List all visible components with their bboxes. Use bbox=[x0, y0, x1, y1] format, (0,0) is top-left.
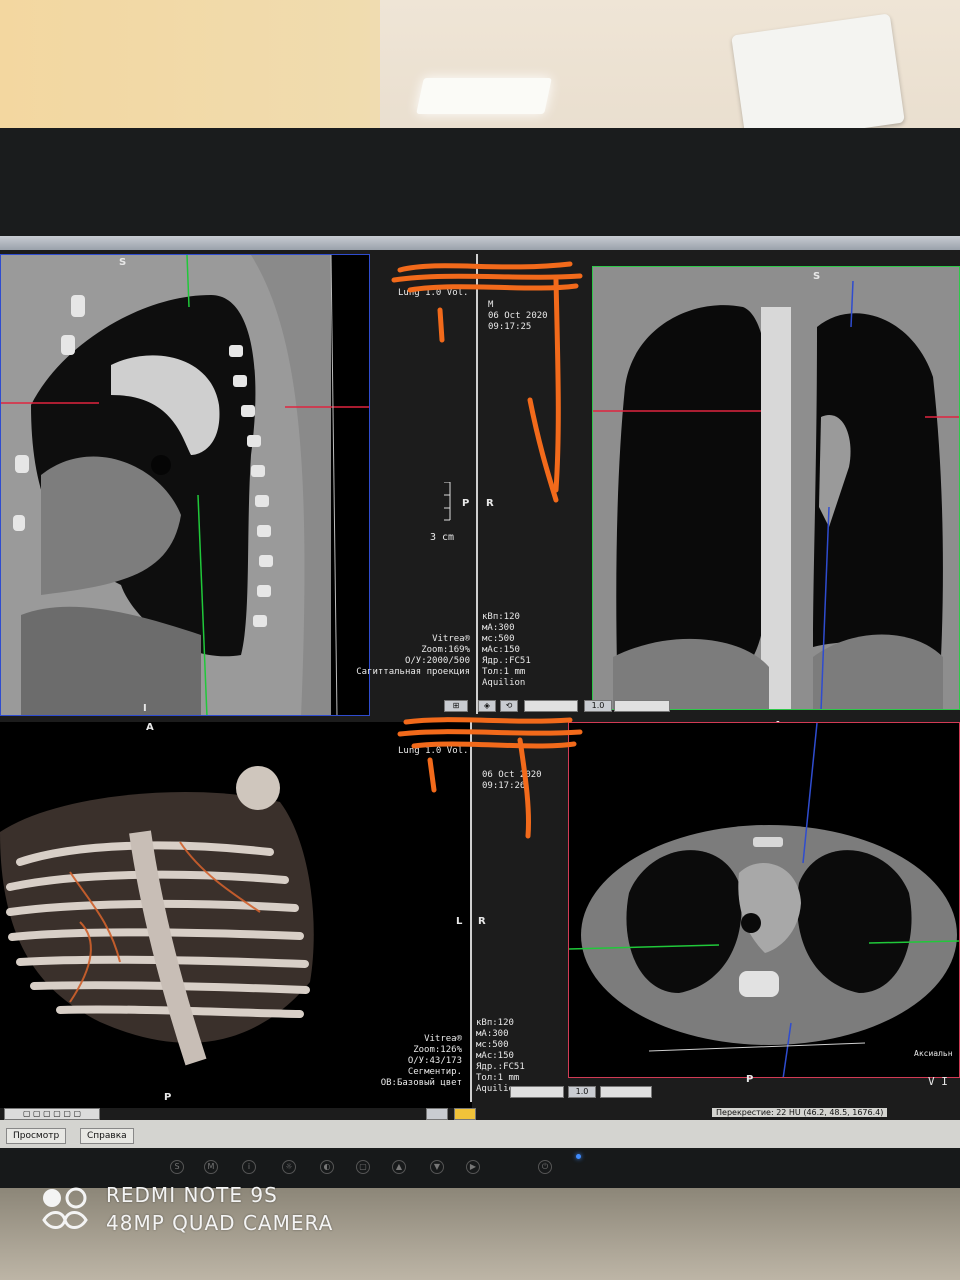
viewport-sagittal[interactable]: S I bbox=[0, 254, 370, 716]
monitor-button-5[interactable]: ◐ bbox=[320, 1160, 334, 1174]
3d-orient-l: L bbox=[456, 916, 463, 927]
ceiling-light bbox=[416, 78, 552, 114]
status-crosshair: Перекрестие: 22 HU (46.2, 48.5, 1676.4) bbox=[712, 1108, 888, 1117]
bottom-bar bbox=[0, 1120, 960, 1148]
ax-param-kernel: Ядр.:FC51 bbox=[476, 1062, 525, 1072]
monitor-button-9[interactable]: ▶ bbox=[466, 1160, 480, 1174]
redaction-scribble-top bbox=[391, 261, 583, 503]
viewport-coronal[interactable]: S bbox=[592, 266, 960, 710]
power-button[interactable]: ⏻ bbox=[538, 1160, 552, 1174]
window-titlebar bbox=[0, 236, 960, 250]
axial-side-label: Аксиальн bbox=[914, 1049, 953, 1058]
power-led bbox=[576, 1154, 581, 1159]
3d-top-label: A bbox=[146, 722, 154, 733]
air-conditioner bbox=[731, 13, 905, 145]
coronal-top-label: S bbox=[813, 271, 821, 282]
watermark-camera: 48MP QUAD CAMERA bbox=[106, 1211, 334, 1235]
monitor-button-4[interactable]: ☼ bbox=[282, 1160, 296, 1174]
ax-param-ms: мс:500 bbox=[476, 1040, 509, 1050]
sag-projection: Сагиттальная проекция bbox=[356, 667, 470, 677]
param-ms: мс:500 bbox=[482, 634, 515, 644]
sag-footer-info: Vitrea® Zoom:169% О/У:2000/500 Сагитталь… bbox=[350, 634, 470, 678]
monitor-button-1[interactable]: S bbox=[170, 1160, 184, 1174]
cor-params: кВп:120 мА:300 мс:500 мАс:150 Ядр.:FC51 … bbox=[482, 612, 531, 689]
3d-vitrea-label: Vitrea® bbox=[424, 1034, 462, 1044]
param-thickness: Тол:1 mm bbox=[482, 667, 526, 677]
axial-bottom-label: P bbox=[746, 1074, 754, 1085]
cor-slider[interactable] bbox=[614, 700, 670, 712]
param-kvp: кВп:120 bbox=[482, 612, 520, 622]
redaction-scribble-bottom bbox=[397, 717, 583, 839]
ax-slider-2[interactable] bbox=[600, 1086, 652, 1098]
tab-help[interactable]: Справка bbox=[80, 1128, 134, 1144]
axial-ct-image bbox=[569, 723, 959, 1077]
3d-orient-r: R bbox=[478, 916, 486, 927]
ax-param-kvp: кВп:120 bbox=[476, 1018, 514, 1028]
param-kernel: Ядр.:FC51 bbox=[482, 656, 531, 666]
sag-window: О/У:2000/500 bbox=[404, 656, 470, 666]
ax-params: кВп:120 мА:300 мс:500 мАс:150 Ядр.:FC51 … bbox=[476, 1018, 525, 1095]
param-ma: мА:300 bbox=[482, 623, 515, 633]
axial-corner-label: V I bbox=[928, 1075, 948, 1088]
monitor-button-6[interactable]: ▢ bbox=[356, 1160, 370, 1174]
ax-param-thickness: Тол:1 mm bbox=[476, 1073, 520, 1083]
monitor-button-3[interactable]: i bbox=[242, 1160, 256, 1174]
ax-param-ma: мА:300 bbox=[476, 1029, 509, 1039]
3d-ob: ОВ:Базовый цвет bbox=[380, 1078, 462, 1088]
monitor-button-2[interactable]: M bbox=[204, 1160, 218, 1174]
sagittal-bottom-label: I bbox=[143, 703, 147, 714]
ax-slider[interactable] bbox=[510, 1086, 564, 1098]
3d-bottom-label: P bbox=[164, 1092, 172, 1103]
ax-param-mas: мАс:150 bbox=[476, 1051, 514, 1061]
page-button-1[interactable] bbox=[426, 1108, 448, 1120]
camera-logo-icon bbox=[42, 1187, 88, 1229]
monitor-button-7[interactable]: ▲ bbox=[392, 1160, 406, 1174]
viewport-axial[interactable] bbox=[568, 722, 960, 1078]
sagittal-ct-image bbox=[1, 255, 369, 715]
3d-footer-info: Vitrea® Zoom:126% О/У:43/173 Сегментир. … bbox=[350, 1034, 462, 1089]
monitor-screen: S I Lung 1.0 Vol. M 06 Oct 2020 09:17:25… bbox=[0, 236, 960, 1148]
sag-zoom: Zoom:169% bbox=[421, 645, 470, 655]
sagittal-top-label: S bbox=[119, 257, 127, 268]
scale-bar-label: 3 cm bbox=[430, 532, 455, 543]
param-scanner: Aquilion bbox=[482, 678, 526, 688]
3d-window: О/У:43/173 bbox=[407, 1056, 462, 1066]
vitrea-label: Vitrea® bbox=[432, 634, 470, 644]
coronal-ct-image bbox=[593, 267, 959, 709]
tab-view[interactable]: Просмотр bbox=[6, 1128, 67, 1144]
watermark-model: REDMI NOTE 9S bbox=[106, 1183, 278, 1207]
3d-zoom: Zoom:126% bbox=[413, 1045, 462, 1055]
param-mas: мАс:150 bbox=[482, 645, 520, 655]
monitor-button-8[interactable]: ▼ bbox=[430, 1160, 444, 1174]
3d-segment: Сегментир. bbox=[407, 1067, 462, 1077]
page-button-2[interactable] bbox=[454, 1108, 476, 1120]
ax-spin-value[interactable]: 1.0 bbox=[568, 1086, 596, 1098]
view-buttons-strip[interactable]: ▢ ▢ ▢ ▢ ▢ ▢ bbox=[4, 1108, 100, 1120]
